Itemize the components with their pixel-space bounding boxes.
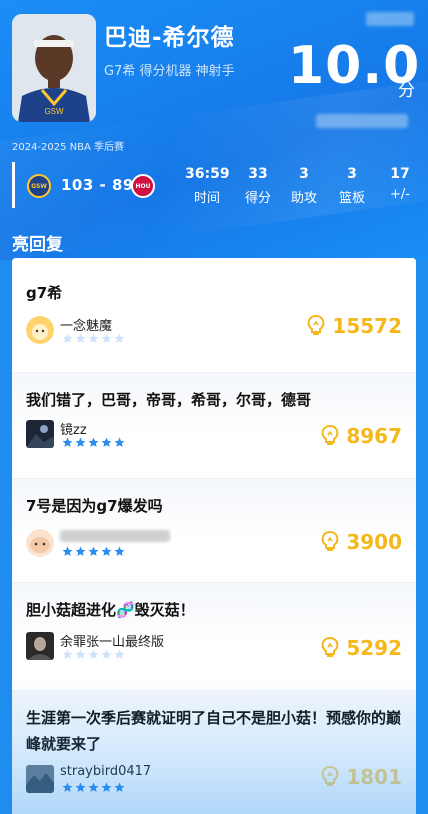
star-icon xyxy=(88,333,99,344)
stat-points: 33 得分 xyxy=(241,166,275,206)
like-button[interactable]: 1801 xyxy=(320,765,402,789)
star-icon xyxy=(88,437,99,448)
game-score: 103 - 89 xyxy=(61,176,134,194)
user-level-stars xyxy=(62,649,125,660)
comment-item[interactable]: 7号是因为g7爆发吗 3900 xyxy=(12,479,416,582)
stat-label: 时间 xyxy=(193,191,220,206)
lightbulb-icon xyxy=(320,424,340,448)
user-level-stars xyxy=(62,546,125,557)
star-icon xyxy=(101,649,112,660)
stat-rebounds: 3 篮板 xyxy=(335,166,369,206)
star-icon xyxy=(62,333,73,344)
like-count: 3900 xyxy=(346,530,402,554)
like-button[interactable]: 5292 xyxy=(320,636,402,660)
blurred-element xyxy=(316,114,408,128)
like-button[interactable]: 3900 xyxy=(320,530,402,554)
rating-unit: 分 xyxy=(398,81,415,101)
user-name: 一念魅魔 xyxy=(60,319,113,334)
star-icon xyxy=(62,649,73,660)
star-icon xyxy=(114,649,125,660)
blurred-element xyxy=(366,12,414,26)
user-name: 镜zz xyxy=(60,423,87,438)
stat-assists: 3 助攻 xyxy=(287,166,321,206)
like-count: 8967 xyxy=(346,424,402,448)
user-name: 余罪张一山最终版 xyxy=(60,635,165,650)
star-icon xyxy=(62,782,73,793)
comment-item[interactable]: 我们错了，巴哥，帝哥，希哥，尔哥，德哥 镜zz 8967 xyxy=(12,373,416,478)
star-icon xyxy=(75,649,86,660)
like-button[interactable]: 15572 xyxy=(306,314,402,338)
lightbulb-icon xyxy=(320,636,340,660)
gsw-logo-icon: GSW xyxy=(27,174,51,198)
lightbulb-icon xyxy=(320,530,340,554)
user-avatar[interactable] xyxy=(26,420,54,448)
lightbulb-icon xyxy=(306,314,326,338)
comment-item[interactable]: 胆小菇超进化🧬毁灭菇！ 余罪张一山最终版 5292 xyxy=(12,583,416,690)
stat-minutes: 36:59 时间 xyxy=(185,166,230,206)
star-icon xyxy=(101,782,112,793)
star-icon xyxy=(88,546,99,557)
lightbulb-icon xyxy=(320,765,340,789)
star-icon xyxy=(62,437,73,448)
like-count: 1801 xyxy=(346,765,402,789)
star-icon xyxy=(101,437,112,448)
like-button[interactable]: 8967 xyxy=(320,424,402,448)
player-name: 巴迪-希尔德 xyxy=(104,25,235,51)
user-avatar[interactable] xyxy=(26,765,54,793)
star-icon xyxy=(62,546,73,557)
player-header: GSW 巴迪-希尔德 G7希 得分机器 神射手 10.0 分 2024-2025… xyxy=(0,0,428,260)
season-label: 2024-2025 NBA 季后赛 xyxy=(12,142,125,153)
user-avatar[interactable] xyxy=(26,529,54,557)
hou-logo-icon: HOU xyxy=(131,174,155,198)
star-icon xyxy=(101,333,112,344)
star-icon xyxy=(101,546,112,557)
stat-value: 33 xyxy=(248,166,268,182)
star-icon xyxy=(88,649,99,660)
stat-label: 得分 xyxy=(244,191,271,206)
star-icon xyxy=(114,782,125,793)
comment-text: 生涯第一次季后赛就证明了自己不是胆小菇！预感你的巅峰就要来了 xyxy=(26,709,402,753)
comment-item[interactable]: g7希 一念魅魔 15572 xyxy=(12,258,416,372)
blurred-element xyxy=(60,530,170,542)
stat-value: 3 xyxy=(299,166,309,182)
stat-value: 17 xyxy=(390,166,410,182)
star-icon xyxy=(75,437,86,448)
comment-text: 胆小菇超进化🧬毁灭菇！ xyxy=(26,601,195,619)
comment-list[interactable]: g7希 一念魅魔 15572 我们错了，巴哥，帝哥，希哥，尔哥，德哥 镜zz 8… xyxy=(12,258,416,814)
user-avatar[interactable] xyxy=(26,316,54,344)
star-icon xyxy=(75,333,86,344)
user-name: straybird0417 xyxy=(60,764,152,779)
star-icon xyxy=(75,782,86,793)
star-icon xyxy=(114,333,125,344)
comment-text: 7号是因为g7爆发吗 xyxy=(26,497,163,515)
comment-item[interactable]: 生涯第一次季后赛就证明了自己不是胆小菇！预感你的巅峰就要来了 straybird… xyxy=(12,691,416,814)
star-icon xyxy=(114,546,125,557)
stat-value: 3 xyxy=(347,166,357,182)
stat-plus-minus: 17 +/- xyxy=(383,166,417,202)
game-stat-strip: GSW 103 - 89 HOU 36:59 时间 33 得分 3 助攻 3 篮… xyxy=(12,162,416,208)
user-level-stars xyxy=(62,333,125,344)
stat-label: +/- xyxy=(390,187,410,202)
comment-text: g7希 xyxy=(26,284,63,302)
like-count: 5292 xyxy=(346,636,402,660)
user-avatar[interactable] xyxy=(26,632,54,660)
star-icon xyxy=(88,782,99,793)
stat-value: 36:59 xyxy=(185,166,230,182)
like-count: 15572 xyxy=(332,314,402,338)
player-tagline: G7希 得分机器 神射手 xyxy=(104,64,235,79)
star-icon xyxy=(114,437,125,448)
player-avatar: GSW xyxy=(12,14,96,122)
comment-text: 我们错了，巴哥，帝哥，希哥，尔哥，德哥 xyxy=(26,391,312,409)
user-level-stars xyxy=(62,782,125,793)
stat-label: 篮板 xyxy=(338,191,365,206)
star-icon xyxy=(75,546,86,557)
section-title: 亮回复 xyxy=(12,235,63,255)
user-level-stars xyxy=(62,437,125,448)
stat-label: 助攻 xyxy=(290,191,317,206)
svg-text:GSW: GSW xyxy=(44,107,64,116)
